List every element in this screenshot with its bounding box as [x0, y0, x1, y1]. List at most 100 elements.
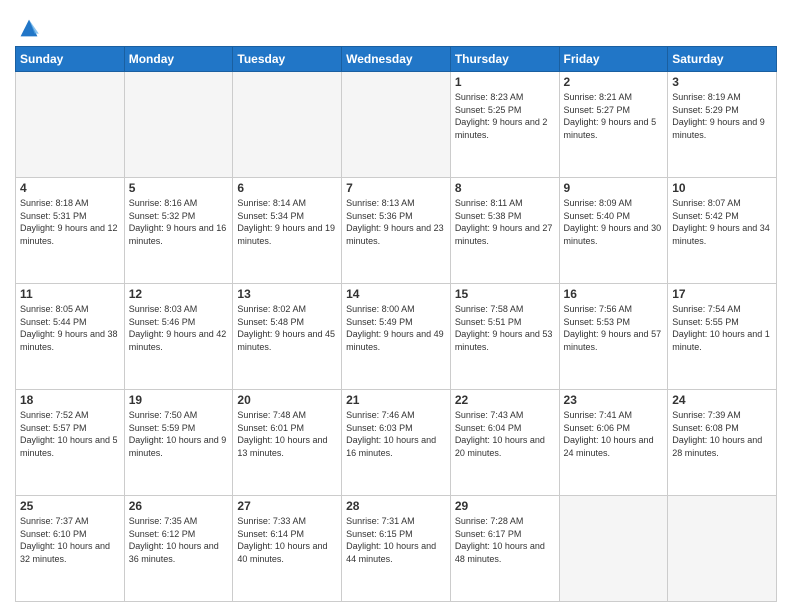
calendar-cell: 4Sunrise: 8:18 AMSunset: 5:31 PMDaylight…: [16, 178, 125, 284]
page-header: [15, 10, 777, 42]
calendar-cell: 10 Sunrise: 8:07 AMSunset: 5:42 PMDayligh…: [668, 178, 777, 284]
day-number: 13: [237, 287, 337, 301]
calendar-cell: 8 Sunrise: 8:11 AMSunset: 5:38 PMDaylight…: [450, 178, 559, 284]
calendar-header-row: SundayMondayTuesdayWednesdayThursdayFrid…: [16, 47, 777, 72]
day-number: 19: [129, 393, 229, 407]
calendar-cell: 17 Sunrise: 7:54 AMSunset: 5:55 PMDayligh…: [668, 284, 777, 390]
day-number: 21: [346, 393, 446, 407]
logo: [15, 14, 45, 42]
calendar-cell: 11 Sunrise: 8:05 AMSunset: 5:44 PMDayligh…: [16, 284, 125, 390]
day-info: Sunrise: 8:00 AMSunset: 5:49 PMDaylight:…: [346, 303, 446, 353]
day-number: 5: [129, 181, 229, 195]
calendar-cell: 3Sunrise: 8:19 AMSunset: 5:29 PMDaylight…: [668, 72, 777, 178]
day-info: Sunrise: 8:07 AMSunset: 5:42 PMDaylight:…: [672, 197, 772, 247]
day-number: 8: [455, 181, 555, 195]
day-info: Sunrise: 8:13 AMSunset: 5:36 PMDaylight:…: [346, 197, 446, 247]
calendar-cell: 21 Sunrise: 7:46 AMSunset: 6:03 PMDayligh…: [342, 390, 451, 496]
day-info: Sunrise: 7:39 AMSunset: 6:08 PMDaylight:…: [672, 409, 772, 459]
calendar-cell: 29 Sunrise: 7:28 AMSunset: 6:17 PMDayligh…: [450, 496, 559, 602]
weekday-header: Thursday: [450, 47, 559, 72]
calendar-cell: 27 Sunrise: 7:33 AMSunset: 6:14 PMDayligh…: [233, 496, 342, 602]
calendar-cell: 22 Sunrise: 7:43 AMSunset: 6:04 PMDayligh…: [450, 390, 559, 496]
day-number: 27: [237, 499, 337, 513]
calendar-week-row: 1 Sunrise: 8:23 AMSunset: 5:25 PMDaylight…: [16, 72, 777, 178]
day-info: Sunrise: 8:11 AMSunset: 5:38 PMDaylight:…: [455, 197, 555, 247]
calendar-cell: [124, 72, 233, 178]
calendar-week-row: 18 Sunrise: 7:52 AMSunset: 5:57 PMDayligh…: [16, 390, 777, 496]
day-info: Sunrise: 8:19 AMSunset: 5:29 PMDaylight:…: [672, 91, 772, 141]
calendar-cell: 26 Sunrise: 7:35 AMSunset: 6:12 PMDayligh…: [124, 496, 233, 602]
calendar-week-row: 4Sunrise: 8:18 AMSunset: 5:31 PMDaylight…: [16, 178, 777, 284]
day-info: Sunrise: 8:16 AMSunset: 5:32 PMDaylight:…: [129, 197, 229, 247]
weekday-header: Friday: [559, 47, 668, 72]
weekday-header: Monday: [124, 47, 233, 72]
calendar-cell: 14 Sunrise: 8:00 AMSunset: 5:49 PMDayligh…: [342, 284, 451, 390]
day-info: Sunrise: 7:43 AMSunset: 6:04 PMDaylight:…: [455, 409, 555, 459]
day-info: Sunrise: 8:23 AMSunset: 5:25 PMDaylight:…: [455, 91, 555, 141]
calendar-cell: 9Sunrise: 8:09 AMSunset: 5:40 PMDaylight…: [559, 178, 668, 284]
day-number: 14: [346, 287, 446, 301]
day-info: Sunrise: 7:52 AMSunset: 5:57 PMDaylight:…: [20, 409, 120, 459]
calendar-cell: 5 Sunrise: 8:16 AMSunset: 5:32 PMDaylight…: [124, 178, 233, 284]
day-info: Sunrise: 7:35 AMSunset: 6:12 PMDaylight:…: [129, 515, 229, 565]
calendar-cell: [668, 496, 777, 602]
day-number: 10: [672, 181, 772, 195]
calendar-cell: 20 Sunrise: 7:48 AMSunset: 6:01 PMDayligh…: [233, 390, 342, 496]
day-number: 11: [20, 287, 120, 301]
calendar-cell: 18 Sunrise: 7:52 AMSunset: 5:57 PMDayligh…: [16, 390, 125, 496]
day-info: Sunrise: 8:09 AMSunset: 5:40 PMDaylight:…: [564, 197, 664, 247]
calendar-cell: 1 Sunrise: 8:23 AMSunset: 5:25 PMDaylight…: [450, 72, 559, 178]
day-info: Sunrise: 7:33 AMSunset: 6:14 PMDaylight:…: [237, 515, 337, 565]
calendar-cell: 24 Sunrise: 7:39 AMSunset: 6:08 PMDayligh…: [668, 390, 777, 496]
day-number: 25: [20, 499, 120, 513]
day-number: 26: [129, 499, 229, 513]
day-number: 23: [564, 393, 664, 407]
weekday-header: Wednesday: [342, 47, 451, 72]
day-number: 18: [20, 393, 120, 407]
day-info: Sunrise: 7:46 AMSunset: 6:03 PMDaylight:…: [346, 409, 446, 459]
day-number: 28: [346, 499, 446, 513]
day-info: Sunrise: 7:41 AMSunset: 6:06 PMDaylight:…: [564, 409, 664, 459]
calendar-cell: 15 Sunrise: 7:58 AMSunset: 5:51 PMDayligh…: [450, 284, 559, 390]
day-info: Sunrise: 7:56 AMSunset: 5:53 PMDaylight:…: [564, 303, 664, 353]
calendar-cell: 12Sunrise: 8:03 AMSunset: 5:46 PMDayligh…: [124, 284, 233, 390]
calendar-cell: 2 Sunrise: 8:21 AMSunset: 5:27 PMDaylight…: [559, 72, 668, 178]
day-number: 1: [455, 75, 555, 89]
day-number: 17: [672, 287, 772, 301]
day-info: Sunrise: 8:02 AMSunset: 5:48 PMDaylight:…: [237, 303, 337, 353]
weekday-header: Sunday: [16, 47, 125, 72]
day-number: 16: [564, 287, 664, 301]
calendar: SundayMondayTuesdayWednesdayThursdayFrid…: [15, 46, 777, 602]
day-info: Sunrise: 7:54 AMSunset: 5:55 PMDaylight:…: [672, 303, 772, 353]
day-number: 15: [455, 287, 555, 301]
day-number: 12: [129, 287, 229, 301]
calendar-cell: [16, 72, 125, 178]
calendar-cell: 6Sunrise: 8:14 AMSunset: 5:34 PMDaylight…: [233, 178, 342, 284]
calendar-cell: 28 Sunrise: 7:31 AMSunset: 6:15 PMDayligh…: [342, 496, 451, 602]
day-info: Sunrise: 7:31 AMSunset: 6:15 PMDaylight:…: [346, 515, 446, 565]
day-number: 20: [237, 393, 337, 407]
day-info: Sunrise: 7:50 AMSunset: 5:59 PMDaylight:…: [129, 409, 229, 459]
day-info: Sunrise: 7:58 AMSunset: 5:51 PMDaylight:…: [455, 303, 555, 353]
day-info: Sunrise: 7:48 AMSunset: 6:01 PMDaylight:…: [237, 409, 337, 459]
calendar-cell: [233, 72, 342, 178]
day-number: 24: [672, 393, 772, 407]
calendar-cell: [342, 72, 451, 178]
calendar-cell: 23 Sunrise: 7:41 AMSunset: 6:06 PMDayligh…: [559, 390, 668, 496]
calendar-cell: 25 Sunrise: 7:37 AMSunset: 6:10 PMDayligh…: [16, 496, 125, 602]
calendar-cell: 7Sunrise: 8:13 AMSunset: 5:36 PMDaylight…: [342, 178, 451, 284]
day-info: Sunrise: 8:05 AMSunset: 5:44 PMDaylight:…: [20, 303, 120, 353]
day-info: Sunrise: 7:37 AMSunset: 6:10 PMDaylight:…: [20, 515, 120, 565]
calendar-cell: 16 Sunrise: 7:56 AMSunset: 5:53 PMDayligh…: [559, 284, 668, 390]
weekday-header: Tuesday: [233, 47, 342, 72]
day-info: Sunrise: 8:18 AMSunset: 5:31 PMDaylight:…: [20, 197, 120, 247]
day-number: 2: [564, 75, 664, 89]
logo-icon: [15, 14, 43, 42]
day-number: 22: [455, 393, 555, 407]
day-info: Sunrise: 8:21 AMSunset: 5:27 PMDaylight:…: [564, 91, 664, 141]
day-number: 29: [455, 499, 555, 513]
weekday-header: Saturday: [668, 47, 777, 72]
day-info: Sunrise: 8:14 AMSunset: 5:34 PMDaylight:…: [237, 197, 337, 247]
day-info: Sunrise: 7:28 AMSunset: 6:17 PMDaylight:…: [455, 515, 555, 565]
calendar-cell: 13 Sunrise: 8:02 AMSunset: 5:48 PMDayligh…: [233, 284, 342, 390]
